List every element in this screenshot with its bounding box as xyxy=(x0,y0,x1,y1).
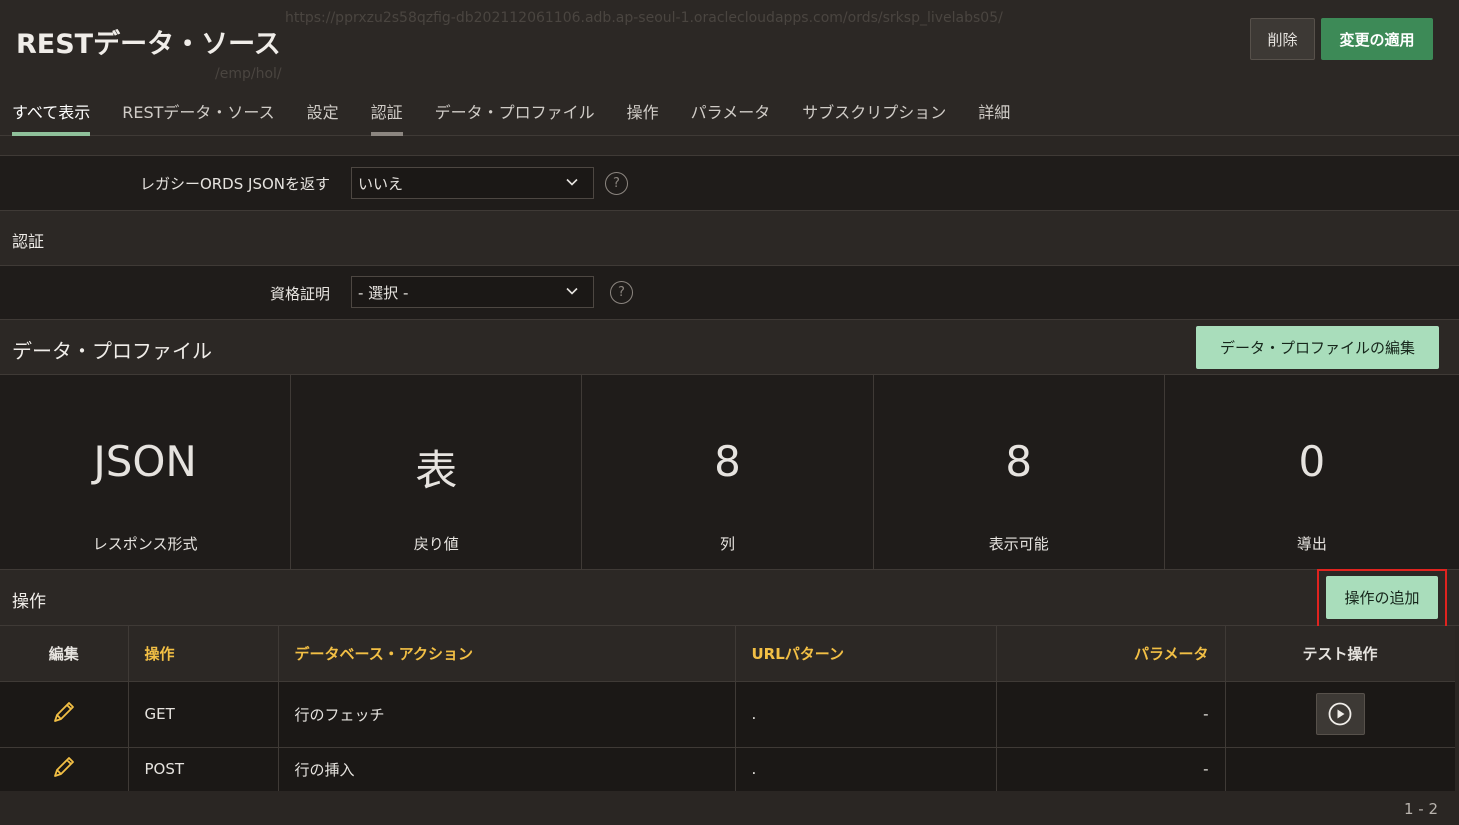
tab-operations[interactable]: 操作 xyxy=(611,86,675,136)
parameters-cell: - xyxy=(996,681,1226,748)
legacy-ords-json-select[interactable]: いいえ xyxy=(351,167,594,199)
pagination-text: 1 - 2 xyxy=(1403,800,1438,818)
edit-cell xyxy=(0,681,129,748)
stat-value: 8 xyxy=(714,437,741,486)
pencil-icon[interactable] xyxy=(51,754,77,784)
stat-label: 表示可能 xyxy=(988,535,1049,553)
tab-parameters[interactable]: パラメータ xyxy=(675,86,787,136)
stat-label: 戻り値 xyxy=(413,535,459,553)
column-header-test-operation: テスト操作 xyxy=(1225,626,1456,682)
credentials-row: 資格証明 - 選択 - ? xyxy=(0,266,1459,320)
ghost-url-text: https://pprxzu2s58qzfig-db202112061106.a… xyxy=(285,10,1003,26)
help-icon[interactable]: ? xyxy=(610,281,633,304)
table-row: GET 行のフェッチ . - xyxy=(0,681,1456,748)
operation-cell: GET xyxy=(128,681,279,748)
help-icon[interactable]: ? xyxy=(605,172,628,195)
data-profile-section-header: データ・プロファイル データ・プロファイルの編集 xyxy=(0,320,1459,375)
edit-data-profile-button[interactable]: データ・プロファイルの編集 xyxy=(1196,326,1439,369)
chevron-down-icon xyxy=(565,284,579,302)
stat-value: JSON xyxy=(93,437,197,486)
highlight-box xyxy=(1317,569,1447,628)
stat-response-format: JSON レスポンス形式 xyxy=(0,375,292,570)
operation-cell: POST xyxy=(128,747,279,792)
authentication-section-header: 認証 xyxy=(0,211,1459,266)
stat-label: 列 xyxy=(720,535,736,553)
column-header-database-action[interactable]: データベース・アクション xyxy=(278,626,736,682)
data-profile-heading: データ・プロファイル xyxy=(12,339,212,363)
ghost-path-text: /emp/hol/ xyxy=(215,66,282,82)
database-action-cell: 行の挿入 xyxy=(278,747,736,792)
legacy-ords-json-value: いいえ xyxy=(358,174,404,193)
test-operation-button[interactable] xyxy=(1315,693,1365,735)
tab-data-profile[interactable]: データ・プロファイル xyxy=(419,86,611,136)
database-action-cell: 行のフェッチ xyxy=(278,681,736,748)
edit-cell xyxy=(0,747,129,792)
page-header: https://pprxzu2s58qzfig-db202112061106.a… xyxy=(0,0,1459,136)
stat-columns: 8 列 xyxy=(582,375,874,570)
test-operation-cell xyxy=(1225,747,1456,792)
stat-value: 8 xyxy=(1005,437,1033,486)
credentials-label: 資格証明 xyxy=(269,285,330,303)
tab-show-all[interactable]: すべて表示 xyxy=(0,86,106,136)
url-pattern-cell: . xyxy=(735,681,997,748)
legacy-ords-json-label: レガシーORDS JSONを返す xyxy=(139,175,330,193)
operations-table: 編集 操作 データベース・アクション URLパターン パラメータ テスト操作 G… xyxy=(0,626,1456,792)
table-row: POST 行の挿入 . - xyxy=(0,747,1456,792)
stat-return-value: 表 戻り値 xyxy=(291,375,583,570)
parameters-cell: - xyxy=(996,747,1226,792)
stat-label: 導出 xyxy=(1296,535,1327,553)
play-circle-icon xyxy=(1327,701,1353,727)
test-operation-cell xyxy=(1225,681,1456,748)
table-footer: 1 - 2 xyxy=(0,791,1459,825)
stat-visible: 8 表示可能 xyxy=(874,375,1165,570)
stat-derived: 0 導出 xyxy=(1165,375,1459,570)
credentials-select[interactable]: - 選択 - xyxy=(351,276,594,308)
column-header-url-pattern[interactable]: URLパターン xyxy=(735,626,997,682)
section-divider xyxy=(0,136,1459,156)
tab-authentication[interactable]: 認証 xyxy=(355,86,419,136)
tab-settings[interactable]: 設定 xyxy=(291,86,355,136)
pencil-icon[interactable] xyxy=(51,699,77,729)
stat-value: 0 xyxy=(1298,437,1326,486)
table-edge xyxy=(1455,626,1459,791)
data-profile-stats: JSON レスポンス形式 表 戻り値 8 列 8 表示可能 0 導出 xyxy=(0,375,1459,570)
delete-button[interactable]: 削除 xyxy=(1250,18,1315,60)
chevron-down-icon xyxy=(565,175,579,193)
tab-subscriptions[interactable]: サブスクリプション xyxy=(786,86,962,136)
authentication-heading: 認証 xyxy=(12,232,45,251)
tab-rest-data-source[interactable]: RESTデータ・ソース xyxy=(106,86,290,136)
legacy-ords-json-row: レガシーORDS JSONを返す いいえ ? xyxy=(0,156,1459,211)
column-header-parameters[interactable]: パラメータ xyxy=(996,626,1226,682)
stat-label: レスポンス形式 xyxy=(92,535,198,553)
tab-details[interactable]: 詳細 xyxy=(962,86,1026,136)
url-pattern-cell: . xyxy=(735,747,997,792)
stat-value: 表 xyxy=(415,446,458,495)
page-title: RESTデータ・ソース xyxy=(16,29,281,60)
operations-heading: 操作 xyxy=(12,592,46,612)
column-header-operation[interactable]: 操作 xyxy=(128,626,279,682)
operations-section-header: 操作 操作の追加 xyxy=(0,570,1459,626)
column-header-edit: 編集 xyxy=(0,626,129,682)
credentials-value: - 選択 - xyxy=(358,283,409,302)
region-tabs: すべて表示 RESTデータ・ソース 設定 認証 データ・プロファイル 操作 パラ… xyxy=(0,86,1026,136)
apply-changes-button[interactable]: 変更の適用 xyxy=(1321,18,1433,60)
